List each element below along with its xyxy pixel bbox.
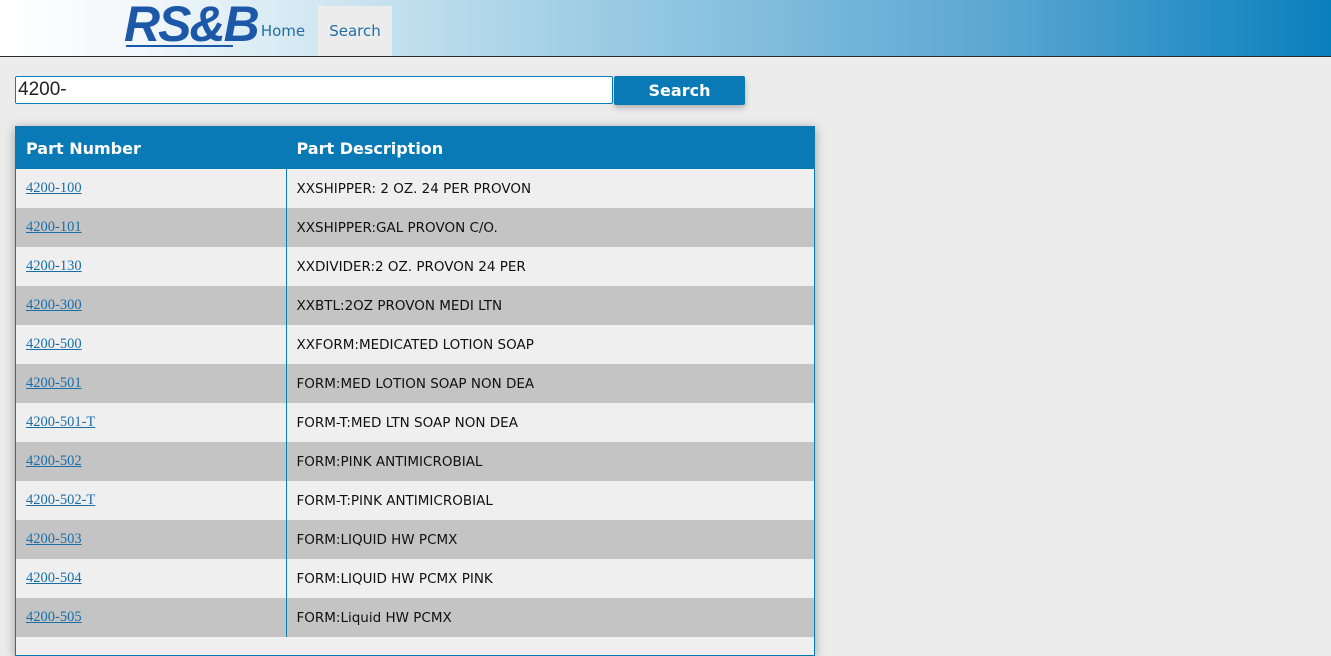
part-number-cell: 4200-300 xyxy=(16,286,287,325)
table-row: 4200-502-T FORM-T:PINK ANTIMICROBIAL xyxy=(16,481,814,520)
table-row: 4200-503 FORM:LIQUID HW PCMX xyxy=(16,520,814,559)
column-header-part-description: Part Description xyxy=(286,127,814,169)
results-table: Part Number Part Description 4200-100 XXS… xyxy=(16,127,814,637)
part-number-link[interactable]: 4200-501 xyxy=(26,375,82,391)
table-row: 4200-101 XXSHIPPER:GAL PROVON C/O. xyxy=(16,208,814,247)
table-row: 4200-130 XXDIVIDER:2 OZ. PROVON 24 PER xyxy=(16,247,814,286)
rsb-logo[interactable]: RS&B xyxy=(124,0,260,50)
table-row: 4200-502 FORM:PINK ANTIMICROBIAL xyxy=(16,442,814,481)
part-number-cell: 4200-130 xyxy=(16,247,287,286)
table-row: 4200-300 XXBTL:2OZ PROVON MEDI LTN xyxy=(16,286,814,325)
logo-underline xyxy=(126,45,233,47)
part-number-link[interactable]: 4200-501-T xyxy=(26,414,95,430)
logo-text: RS&B xyxy=(124,0,260,52)
table-row: 4200-501 FORM:MED LOTION SOAP NON DEA xyxy=(16,364,814,403)
part-description-cell: XXDIVIDER:2 OZ. PROVON 24 PER xyxy=(286,247,814,286)
search-input[interactable] xyxy=(15,76,613,104)
part-description-cell: FORM:LIQUID HW PCMX xyxy=(286,520,814,559)
column-header-part-number: Part Number xyxy=(16,127,287,169)
part-number-cell: 4200-504 xyxy=(16,559,287,598)
part-description-cell: XXSHIPPER:GAL PROVON C/O. xyxy=(286,208,814,247)
table-row: 4200-100 XXSHIPPER: 2 OZ. 24 PER PROVON xyxy=(16,169,814,208)
part-number-link[interactable]: 4200-130 xyxy=(26,258,82,274)
part-number-link[interactable]: 4200-503 xyxy=(26,531,82,547)
results-table-container: Part Number Part Description 4200-100 XXS… xyxy=(15,126,815,656)
part-number-link[interactable]: 4200-504 xyxy=(26,570,82,586)
table-row: 4200-500 XXFORM:MEDICATED LOTION SOAP xyxy=(16,325,814,364)
part-number-link[interactable]: 4200-502 xyxy=(26,453,82,469)
part-number-cell: 4200-503 xyxy=(16,520,287,559)
part-description-cell: XXFORM:MEDICATED LOTION SOAP xyxy=(286,325,814,364)
part-number-cell: 4200-100 xyxy=(16,169,287,208)
site-header: RS&B Home Search xyxy=(0,0,1331,57)
part-number-cell: 4200-500 xyxy=(16,325,287,364)
part-description-cell: FORM-T:MED LTN SOAP NON DEA xyxy=(286,403,814,442)
part-number-link[interactable]: 4200-500 xyxy=(26,336,82,352)
nav-search-link[interactable]: Search xyxy=(318,6,392,56)
part-number-cell: 4200-505 xyxy=(16,598,287,637)
part-number-cell: 4200-501 xyxy=(16,364,287,403)
part-number-link[interactable]: 4200-100 xyxy=(26,180,82,196)
part-number-link[interactable]: 4200-300 xyxy=(26,297,82,313)
nav-home-link[interactable]: Home xyxy=(254,6,312,56)
part-number-cell: 4200-502 xyxy=(16,442,287,481)
part-description-cell: FORM:Liquid HW PCMX xyxy=(286,598,814,637)
part-description-cell: FORM-T:PINK ANTIMICROBIAL xyxy=(286,481,814,520)
search-button[interactable]: Search xyxy=(614,76,745,105)
part-description-cell: XXSHIPPER: 2 OZ. 24 PER PROVON xyxy=(286,169,814,208)
table-header-row: Part Number Part Description xyxy=(16,127,814,169)
part-description-cell: FORM:LIQUID HW PCMX PINK xyxy=(286,559,814,598)
part-description-cell: XXBTL:2OZ PROVON MEDI LTN xyxy=(286,286,814,325)
table-row: 4200-504 FORM:LIQUID HW PCMX PINK xyxy=(16,559,814,598)
part-number-cell: 4200-502-T xyxy=(16,481,287,520)
part-number-link[interactable]: 4200-101 xyxy=(26,219,82,235)
table-row: 4200-501-T FORM-T:MED LTN SOAP NON DEA xyxy=(16,403,814,442)
part-number-link[interactable]: 4200-502-T xyxy=(26,492,95,508)
part-description-cell: FORM:PINK ANTIMICROBIAL xyxy=(286,442,814,481)
part-number-cell: 4200-101 xyxy=(16,208,287,247)
table-row: 4200-505 FORM:Liquid HW PCMX xyxy=(16,598,814,637)
part-description-cell: FORM:MED LOTION SOAP NON DEA xyxy=(286,364,814,403)
part-number-link[interactable]: 4200-505 xyxy=(26,609,82,625)
part-number-cell: 4200-501-T xyxy=(16,403,287,442)
